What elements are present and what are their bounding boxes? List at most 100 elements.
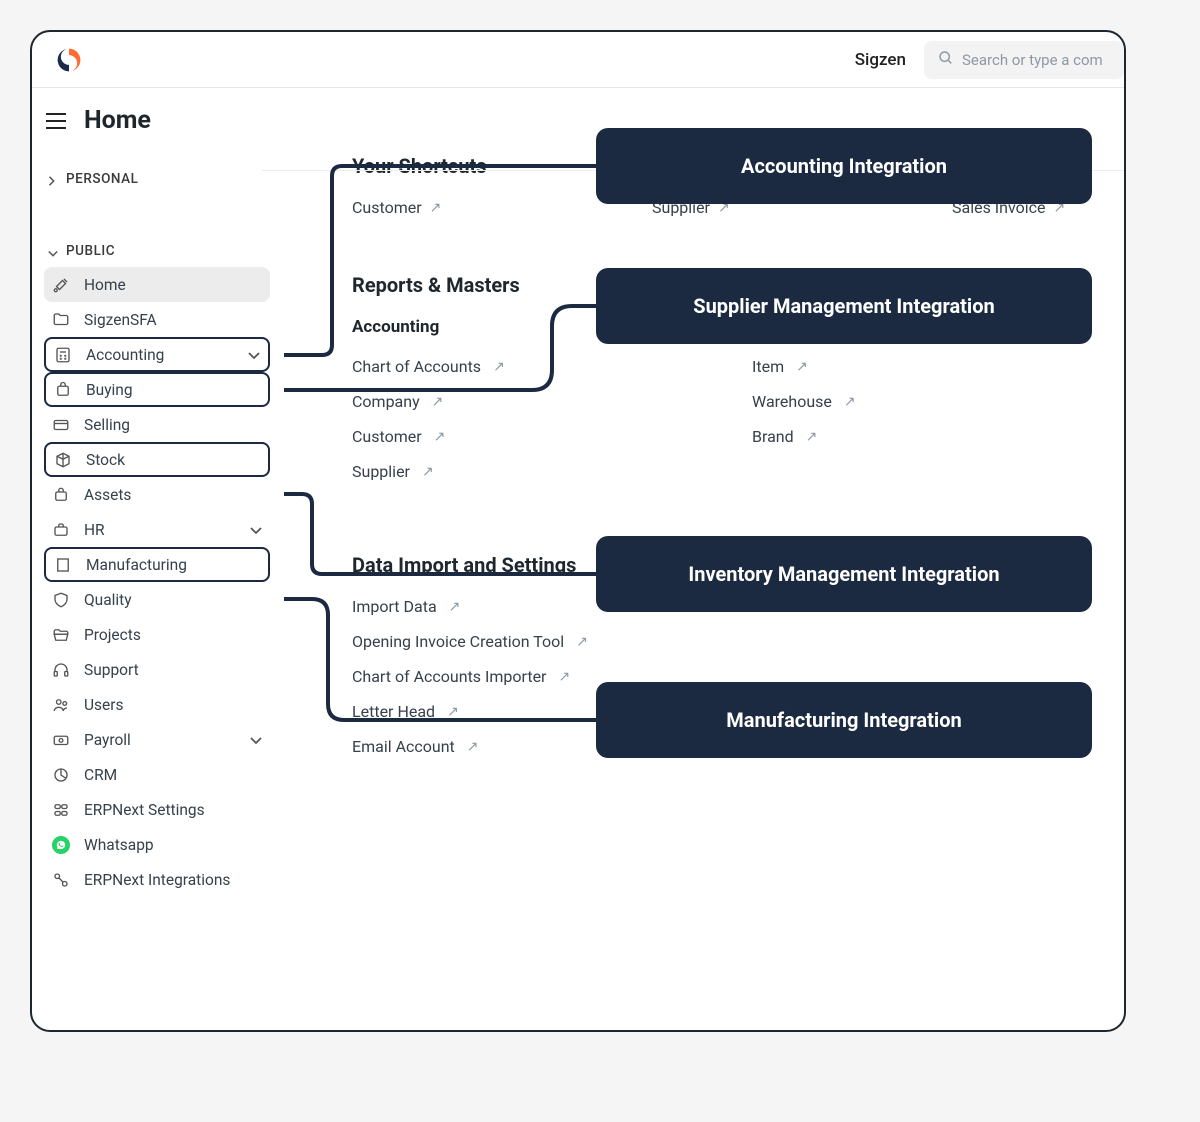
topbar-right: Sigzen Search or type a com xyxy=(855,41,1124,79)
calculator-icon xyxy=(54,346,72,364)
link-brand[interactable]: Brand ↗ xyxy=(752,427,1126,446)
link-label: Item xyxy=(752,357,784,376)
box-icon xyxy=(54,451,72,469)
chevron-right-icon xyxy=(48,174,58,184)
callout-inventory: Inventory Management Integration xyxy=(596,536,1092,612)
callout-accounting: Accounting Integration xyxy=(596,128,1092,204)
arrow-icon: ↗ xyxy=(493,359,505,375)
card-icon xyxy=(52,416,70,434)
folder-open-icon xyxy=(52,626,70,644)
sidebar-item-label: Stock xyxy=(86,451,260,469)
sidebar-item-payroll[interactable]: Payroll xyxy=(44,722,270,757)
link-label: Import Data xyxy=(352,597,437,616)
arrow-icon: ↗ xyxy=(430,200,442,216)
sidebar-item-crm[interactable]: CRM xyxy=(44,757,270,792)
sidebar-item-label: ERPNext Integrations xyxy=(84,871,262,889)
sidebar-item-sigzensfa[interactable]: SigzenSFA xyxy=(44,302,270,337)
sidebar-item-support[interactable]: Support xyxy=(44,652,270,687)
sidebar-item-label: Assets xyxy=(84,486,262,504)
sidebar-item-label: ERPNext Settings xyxy=(84,801,262,819)
search-icon xyxy=(938,50,954,70)
company-name[interactable]: Sigzen xyxy=(855,50,906,70)
sidebar-item-label: Support xyxy=(84,661,262,679)
arrow-icon: ↗ xyxy=(422,464,434,480)
sidebar-item-whatsapp[interactable]: Whatsapp xyxy=(44,827,270,862)
sidebar-item-quality[interactable]: Quality xyxy=(44,582,270,617)
link-company[interactable]: Company↗ xyxy=(352,392,752,411)
sidebar-section-label: PERSONAL xyxy=(66,171,138,187)
arrow-icon: ↗ xyxy=(796,359,808,375)
link-chart-of-accounts[interactable]: Chart of Accounts ↗ xyxy=(352,357,752,376)
sidebar-item-label: HR xyxy=(84,521,236,539)
app-logo[interactable] xyxy=(56,47,82,73)
search-input[interactable]: Search or type a com xyxy=(924,41,1124,79)
topbar: Sigzen Search or type a com xyxy=(32,32,1124,88)
arrow-icon: ↗ xyxy=(432,394,444,410)
building-icon xyxy=(54,556,72,574)
page-title: Home xyxy=(84,106,151,135)
sidebar-item-buying[interactable]: Buying xyxy=(44,372,270,407)
briefcase-icon xyxy=(52,521,70,539)
link-label: Chart of Accounts xyxy=(352,357,481,376)
sidebar-section-public[interactable]: PUBLIC xyxy=(44,235,270,267)
badge-icon xyxy=(52,591,70,609)
sidebar-section-label: PUBLIC xyxy=(66,243,115,259)
sidebar-item-label: Payroll xyxy=(84,731,236,749)
link-label: Letter Head xyxy=(352,702,435,721)
arrow-icon: ↗ xyxy=(447,704,459,720)
link-label: Email Account xyxy=(352,737,455,756)
sidebar-item-erpnext-integrations[interactable]: ERPNext Integrations xyxy=(44,862,270,897)
pie-icon xyxy=(52,766,70,784)
callout-manufacturing: Manufacturing Integration xyxy=(596,682,1092,758)
settings-icon xyxy=(52,801,70,819)
tools-icon xyxy=(52,276,70,294)
sidebar-section-personal[interactable]: PERSONAL xyxy=(44,163,270,195)
headset-icon xyxy=(52,661,70,679)
arrow-icon: ↗ xyxy=(844,394,856,410)
users-icon xyxy=(52,696,70,714)
link-warehouse[interactable]: Warehouse ↗ xyxy=(752,392,1126,411)
sidebar-item-accounting[interactable]: Accounting xyxy=(44,337,270,372)
sidebar-item-selling[interactable]: Selling xyxy=(44,407,270,442)
chevron-down-icon xyxy=(250,731,262,749)
sidebar-item-hr[interactable]: HR xyxy=(44,512,270,547)
sidebar-item-label: Whatsapp xyxy=(84,836,262,854)
sidebar-item-projects[interactable]: Projects xyxy=(44,617,270,652)
sidebar-item-assets[interactable]: Assets xyxy=(44,477,270,512)
app-window: Sigzen Search or type a com Home xyxy=(30,30,1126,1032)
sidebar-item-stock[interactable]: Stock xyxy=(44,442,270,477)
sidebar-item-label: Users xyxy=(84,696,262,714)
sidebar-item-manufacturing[interactable]: Manufacturing xyxy=(44,547,270,582)
bag-icon xyxy=(52,486,70,504)
shortcut-label: Customer xyxy=(352,198,422,217)
link-label: Brand xyxy=(752,427,794,446)
link-label: Chart of Accounts Importer xyxy=(352,667,546,686)
money-icon xyxy=(52,731,70,749)
sidebar-item-label: CRM xyxy=(84,766,262,784)
arrow-icon: ↗ xyxy=(806,429,818,445)
sidebar-item-erpnext-settings[interactable]: ERPNext Settings xyxy=(44,792,270,827)
chevron-down-icon xyxy=(250,521,262,539)
arrow-icon: ↗ xyxy=(576,634,588,650)
sidebar-item-label: Manufacturing xyxy=(86,556,260,574)
link-item[interactable]: Item ↗ xyxy=(752,357,1126,376)
search-placeholder: Search or type a com xyxy=(962,51,1103,69)
sidebar-item-users[interactable]: Users xyxy=(44,687,270,722)
arrow-icon: ↗ xyxy=(449,599,461,615)
link-label: Opening Invoice Creation Tool xyxy=(352,632,564,651)
arrow-icon: ↗ xyxy=(558,669,570,685)
sidebar-item-label: Selling xyxy=(84,416,262,434)
link-supplier[interactable]: Supplier↗ xyxy=(352,462,752,481)
arrow-icon: ↗ xyxy=(434,429,446,445)
link-customer[interactable]: Customer↗ xyxy=(352,427,752,446)
link-label: Warehouse xyxy=(752,392,832,411)
sidebar-item-label: Projects xyxy=(84,626,262,644)
chevron-down-icon xyxy=(48,246,58,256)
folder-icon xyxy=(52,311,70,329)
menu-icon[interactable] xyxy=(46,113,66,129)
arrow-icon: ↗ xyxy=(467,739,479,755)
sidebar-item-home[interactable]: Home xyxy=(44,267,270,302)
link-opening-invoice-tool[interactable]: Opening Invoice Creation Tool ↗ xyxy=(352,632,1126,651)
callout-supplier: Supplier Management Integration xyxy=(596,268,1092,344)
sidebar-item-label: SigzenSFA xyxy=(84,311,262,329)
